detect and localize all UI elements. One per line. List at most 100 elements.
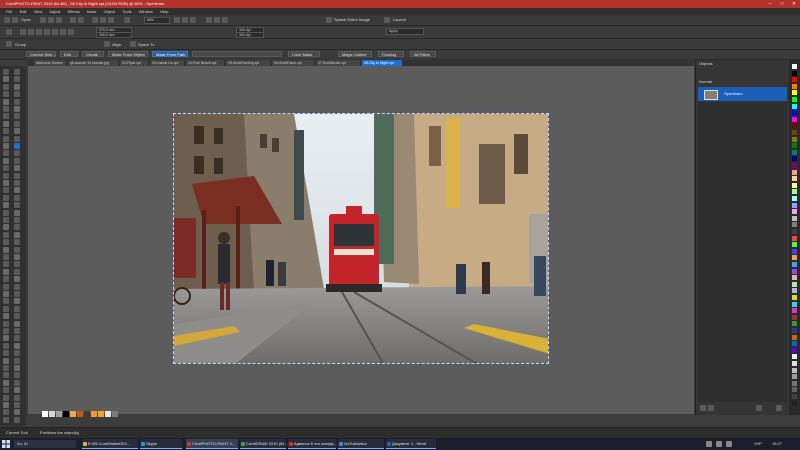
save-icon[interactable]: [40, 17, 46, 23]
tool-button[interactable]: [14, 387, 20, 394]
tool-button[interactable]: [3, 365, 9, 371]
space-label[interactable]: Space To: [138, 42, 155, 47]
palette-swatch[interactable]: [792, 354, 797, 360]
palette-swatch[interactable]: [792, 103, 797, 109]
palette-swatch[interactable]: [792, 215, 797, 221]
tool-button[interactable]: [3, 150, 9, 157]
palette-swatch[interactable]: [792, 196, 797, 201]
task-gotoadvisor[interactable]: GoToAdvisor: [338, 439, 384, 449]
swatch-gray[interactable]: [56, 411, 62, 417]
tool-button[interactable]: [3, 143, 9, 149]
all-paths-button[interactable]: All Paths: [410, 51, 436, 57]
tool-button[interactable]: [3, 106, 9, 112]
image-canvas[interactable]: [173, 113, 549, 364]
menu-file[interactable]: File: [6, 8, 12, 15]
tool-button[interactable]: [14, 172, 20, 179]
tool-button[interactable]: [3, 209, 9, 216]
print-icon[interactable]: [124, 17, 130, 23]
launch-label[interactable]: Launch: [393, 17, 406, 22]
task-skype[interactable]: Skype: [140, 439, 182, 449]
tray-icon[interactable]: [706, 441, 712, 447]
blend-mode-label[interactable]: Normal: [699, 79, 712, 84]
tool-button[interactable]: [14, 268, 20, 275]
color-mask-button[interactable]: Color Mask: [288, 51, 320, 57]
guides-icon[interactable]: [222, 17, 228, 23]
distort-icon[interactable]: [60, 29, 66, 35]
tool-button[interactable]: [14, 231, 20, 238]
palette-swatch[interactable]: [792, 361, 797, 366]
tool-button[interactable]: [14, 128, 20, 135]
tool-button[interactable]: [14, 106, 20, 112]
start-icon[interactable]: [2, 440, 10, 448]
palette-swatch[interactable]: [792, 367, 797, 373]
palette-swatch[interactable]: [792, 130, 797, 135]
tool-button[interactable]: [3, 120, 9, 127]
palette-swatch[interactable]: [792, 123, 797, 129]
tool-button[interactable]: [14, 298, 20, 305]
swatch-mid-gray[interactable]: [112, 411, 118, 417]
tool-button[interactable]: [14, 239, 20, 246]
tool-button[interactable]: [3, 394, 9, 401]
tool-button[interactable]: [14, 409, 20, 416]
swatch-white[interactable]: [42, 411, 48, 417]
palette-swatch[interactable]: [792, 229, 797, 234]
tool-button[interactable]: [3, 128, 9, 135]
palette-swatch[interactable]: [792, 374, 797, 380]
space-icon[interactable]: [130, 41, 136, 47]
tool-button[interactable]: [14, 165, 20, 172]
tool-button[interactable]: [14, 143, 20, 149]
zoom-level-field[interactable]: 66%: [144, 17, 170, 24]
minimize-button[interactable]: –: [764, 0, 776, 8]
tool-button[interactable]: [3, 328, 9, 334]
tool-button[interactable]: [14, 180, 20, 186]
palette-swatch[interactable]: [792, 90, 797, 96]
magic-outline-button[interactable]: Magic Outline: [338, 51, 372, 57]
clock[interactable]: 18:27: [772, 438, 782, 450]
perspective-icon[interactable]: [68, 29, 74, 35]
swatch-orange[interactable]: [77, 411, 83, 417]
tool-button[interactable]: [3, 291, 9, 297]
tool-button[interactable]: [14, 372, 20, 379]
tool-button[interactable]: [14, 283, 20, 290]
palette-swatch[interactable]: [792, 149, 797, 155]
palette-swatch[interactable]: [792, 222, 797, 228]
palette-swatch[interactable]: [792, 248, 797, 254]
swatch-silver[interactable]: [105, 411, 111, 417]
tool-button[interactable]: [14, 402, 20, 408]
volume-icon[interactable]: [726, 441, 732, 447]
swatch-amber[interactable]: [91, 411, 97, 417]
palette-swatch[interactable]: [792, 394, 797, 399]
mask-blank-button[interactable]: [192, 51, 282, 57]
tool-button[interactable]: [3, 83, 9, 90]
tool-button[interactable]: [3, 261, 9, 268]
launch-icon[interactable]: [384, 17, 390, 23]
menu-tools[interactable]: Tools: [122, 8, 131, 15]
open-icon[interactable]: [12, 17, 18, 23]
tool-button[interactable]: [3, 409, 9, 416]
tool-button[interactable]: [14, 120, 20, 127]
undo-icon[interactable]: [70, 17, 76, 23]
tool-button[interactable]: [3, 416, 9, 423]
palette-swatch[interactable]: [792, 64, 797, 69]
palette-swatch[interactable]: [792, 255, 797, 261]
palette-swatch[interactable]: [792, 209, 797, 215]
tool-button[interactable]: [14, 261, 20, 268]
palette-swatch[interactable]: [792, 301, 797, 307]
palette-swatch[interactable]: [792, 288, 797, 294]
palette-swatch[interactable]: [792, 308, 797, 314]
tool-button[interactable]: [3, 239, 9, 246]
tool-button[interactable]: [3, 194, 9, 201]
current-selection-button[interactable]: Current Sele...: [26, 51, 56, 57]
menu-effects[interactable]: Effects: [68, 8, 80, 15]
tool-button[interactable]: [3, 268, 9, 275]
tool-button[interactable]: [3, 98, 9, 105]
tool-button[interactable]: [14, 328, 20, 334]
palette-swatch[interactable]: [792, 295, 797, 300]
new-layer-icon[interactable]: [700, 405, 706, 411]
tool-button[interactable]: [3, 276, 9, 283]
grid-icon[interactable]: [214, 17, 220, 23]
palette-swatch[interactable]: [792, 242, 797, 248]
swatch-dark[interactable]: [84, 411, 90, 417]
palette-swatch[interactable]: [792, 235, 797, 241]
task-photo-paint[interactable]: CorelPHOTO-PAINT 2...: [186, 439, 238, 449]
